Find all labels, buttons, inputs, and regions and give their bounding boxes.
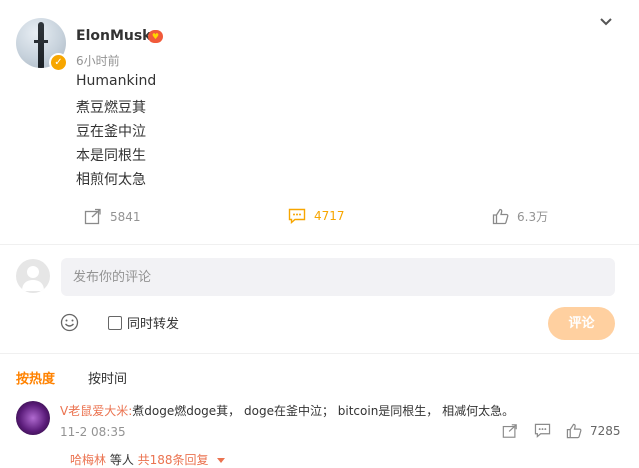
reply-count[interactable]: 共188条回复 — [138, 453, 209, 467]
commenter-avatar[interactable] — [16, 401, 50, 435]
comment-count: 4717 — [314, 209, 345, 223]
replies-summary[interactable]: 哈梅林 等人 共188条回复 — [70, 451, 226, 468]
comment-repost-button[interactable] — [502, 423, 518, 443]
member-badge-icon[interactable]: ♥ — [148, 30, 163, 43]
reply-middle-text: 等人 — [106, 453, 138, 467]
comment-text: 煮doge燃doge萁， doge在釜中泣； bitcoin是同根生， 相减何太… — [132, 404, 515, 418]
smile-icon — [60, 313, 79, 332]
divider — [0, 353, 639, 354]
post-text-line: 豆在釜中泣 — [76, 124, 146, 140]
chevron-down-icon[interactable] — [598, 14, 614, 28]
submit-comment-button[interactable]: 评论 — [548, 307, 615, 340]
comment-icon — [534, 423, 551, 438]
reply-user[interactable]: 哈梅林 — [70, 453, 106, 467]
comment-input[interactable] — [61, 258, 615, 296]
repost-count: 5841 — [110, 209, 141, 224]
comment-icon — [288, 208, 306, 224]
author-name[interactable]: ElonMusk — [76, 28, 152, 44]
comment-reply-button[interactable] — [534, 423, 551, 442]
post-text-line: Humankind — [76, 73, 157, 89]
comment-body: V老鼠爱大米:煮doge燃doge萁， doge在釜中泣； bitcoin是同根… — [60, 402, 514, 419]
divider — [0, 244, 639, 245]
caret-down-icon — [217, 458, 226, 463]
like-button[interactable]: 6.3万 — [492, 208, 548, 225]
tab-sort-time[interactable]: 按时间 — [88, 368, 127, 387]
post-timestamp[interactable]: 6小时前 — [76, 52, 120, 69]
commenter-name[interactable]: V老鼠爱大米: — [60, 404, 132, 418]
repost-icon — [502, 424, 517, 438]
comment-button[interactable]: 4717 — [288, 208, 345, 224]
post-text-line: 本是同根生 — [76, 148, 146, 164]
verified-badge-icon: ✓ — [49, 53, 68, 72]
repost-checkbox-label[interactable]: 同时转发 — [127, 313, 179, 332]
emoji-button[interactable] — [60, 313, 79, 336]
comment-like-button[interactable]: 7285 — [566, 423, 621, 439]
comment-like-count: 7285 — [590, 424, 621, 438]
tab-sort-hot[interactable]: 按热度 — [16, 368, 55, 387]
repost-icon — [84, 208, 101, 225]
current-user-avatar — [16, 259, 50, 293]
comment-date: 11-2 08:35 — [60, 425, 126, 439]
thumbs-up-icon — [492, 208, 509, 225]
repost-button[interactable]: 5841 — [84, 208, 141, 225]
like-count: 6.3万 — [517, 210, 549, 224]
thumbs-up-icon — [566, 423, 582, 439]
repost-checkbox[interactable] — [108, 316, 122, 330]
post-text-line: 相煎何太急 — [76, 172, 146, 188]
post-text-line: 煮豆燃豆萁 — [76, 100, 146, 116]
